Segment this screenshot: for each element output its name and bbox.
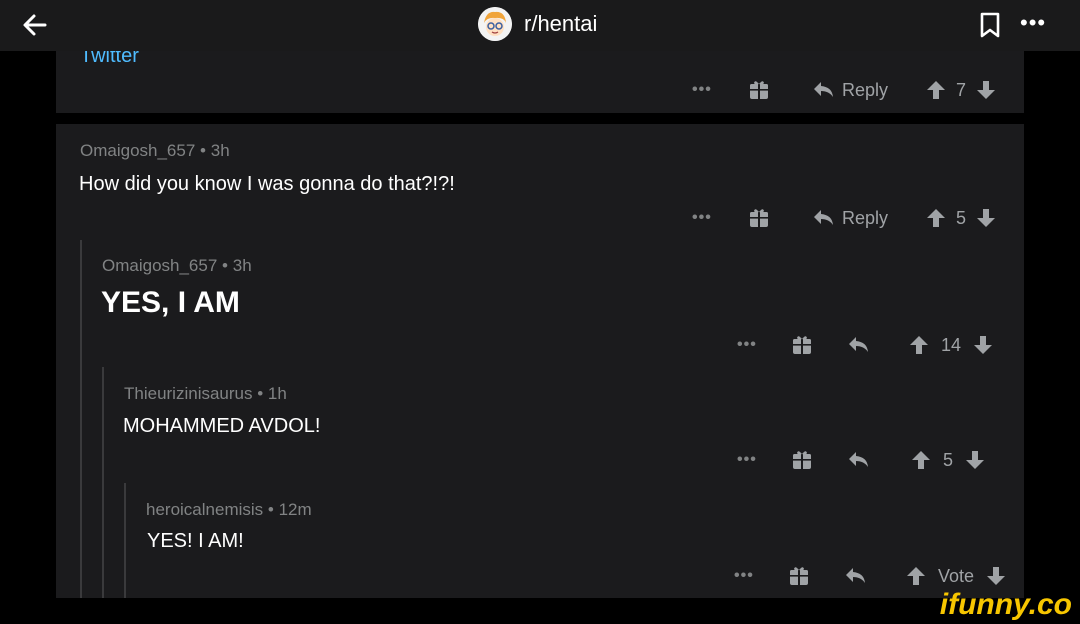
more-icon[interactable]: ••• xyxy=(1020,10,1046,36)
comment-time: 3h xyxy=(210,141,230,160)
comment-author[interactable]: heroicalnemisis xyxy=(146,500,263,519)
comment-author[interactable]: Omaigosh_657 xyxy=(80,141,195,160)
reply-icon xyxy=(814,82,833,97)
more-icon[interactable]: ••• xyxy=(737,336,787,354)
upvote-icon[interactable] xyxy=(909,334,929,356)
comment-time: 12m xyxy=(278,500,312,519)
more-icon[interactable]: ••• xyxy=(692,209,742,227)
reply-button[interactable]: Reply xyxy=(812,80,888,101)
reply-label: Reply xyxy=(842,79,889,100)
downvote-icon[interactable] xyxy=(965,449,985,471)
vote-count: 5 xyxy=(956,207,967,228)
reply-icon[interactable] xyxy=(844,566,868,586)
comment-actions: ••• Reply 7 xyxy=(692,77,996,103)
reply-icon[interactable] xyxy=(847,335,871,355)
top-bar: r/hentai ••• xyxy=(0,0,1080,51)
ifunny-watermark: ifunny.co xyxy=(939,588,1072,621)
comment-body: YES! I AM! xyxy=(147,530,244,552)
bookmark-icon[interactable] xyxy=(976,10,1004,40)
comment-meta: Omaigosh_657 • 3h xyxy=(80,141,230,160)
thread-line xyxy=(80,240,82,598)
thread-line xyxy=(124,483,126,598)
vote-count: 7 xyxy=(956,79,967,100)
more-icon[interactable]: ••• xyxy=(692,81,742,99)
gift-icon[interactable] xyxy=(788,565,810,587)
more-icon[interactable]: ••• xyxy=(737,451,787,469)
subreddit-name[interactable]: r/hentai xyxy=(524,11,597,37)
comment-actions: ••• 14 xyxy=(737,332,993,358)
comment-meta: Omaigosh_657 • 3h xyxy=(102,256,252,275)
gift-icon[interactable] xyxy=(791,449,813,471)
upvote-icon[interactable] xyxy=(906,565,926,587)
comment-time: 1h xyxy=(267,384,287,403)
vote-count: 14 xyxy=(941,334,962,355)
reply-button[interactable]: Reply xyxy=(812,208,888,229)
more-icon[interactable]: ••• xyxy=(734,567,784,585)
comment-meta: heroicalnemisis • 12m xyxy=(146,500,312,519)
comment-card-previous: Twitter ••• Reply 7 xyxy=(56,51,1024,113)
vote-count: 5 xyxy=(943,449,954,470)
comment-actions: ••• Reply 5 xyxy=(692,205,996,231)
comment-meta: Thieurizinisaurus • 1h xyxy=(124,384,287,403)
downvote-icon[interactable] xyxy=(976,207,996,229)
thread-line xyxy=(102,367,104,598)
twitter-link[interactable]: Twitter xyxy=(80,51,139,68)
vote-label: Vote xyxy=(938,565,975,586)
gift-icon[interactable] xyxy=(791,334,813,356)
comment-body: YES, I AM xyxy=(101,286,240,319)
comment-actions: ••• Vote xyxy=(734,563,1006,589)
comment-actions: ••• 5 xyxy=(737,447,985,473)
comment-author[interactable]: Thieurizinisaurus xyxy=(124,384,253,403)
downvote-icon[interactable] xyxy=(973,334,993,356)
reply-label: Reply xyxy=(842,207,889,228)
reply-icon xyxy=(814,210,833,225)
downvote-icon[interactable] xyxy=(976,79,996,101)
reply-icon[interactable] xyxy=(847,450,871,470)
comment-thread: Omaigosh_657 • 3h How did you know I was… xyxy=(56,124,1024,598)
subreddit-header[interactable]: r/hentai xyxy=(478,7,597,41)
back-arrow-icon[interactable] xyxy=(18,8,52,42)
upvote-icon[interactable] xyxy=(926,79,946,101)
comment-author[interactable]: Omaigosh_657 xyxy=(102,256,217,275)
comment-body: How did you know I was gonna do that?!?! xyxy=(79,173,455,195)
downvote-icon[interactable] xyxy=(986,565,1006,587)
gift-icon[interactable] xyxy=(748,207,770,229)
upvote-icon[interactable] xyxy=(926,207,946,229)
upvote-icon[interactable] xyxy=(911,449,931,471)
comment-time: 3h xyxy=(232,256,252,275)
gift-icon[interactable] xyxy=(748,79,770,101)
comment-body: MOHAMMED AVDOL! xyxy=(123,415,321,437)
subreddit-avatar xyxy=(478,7,512,41)
